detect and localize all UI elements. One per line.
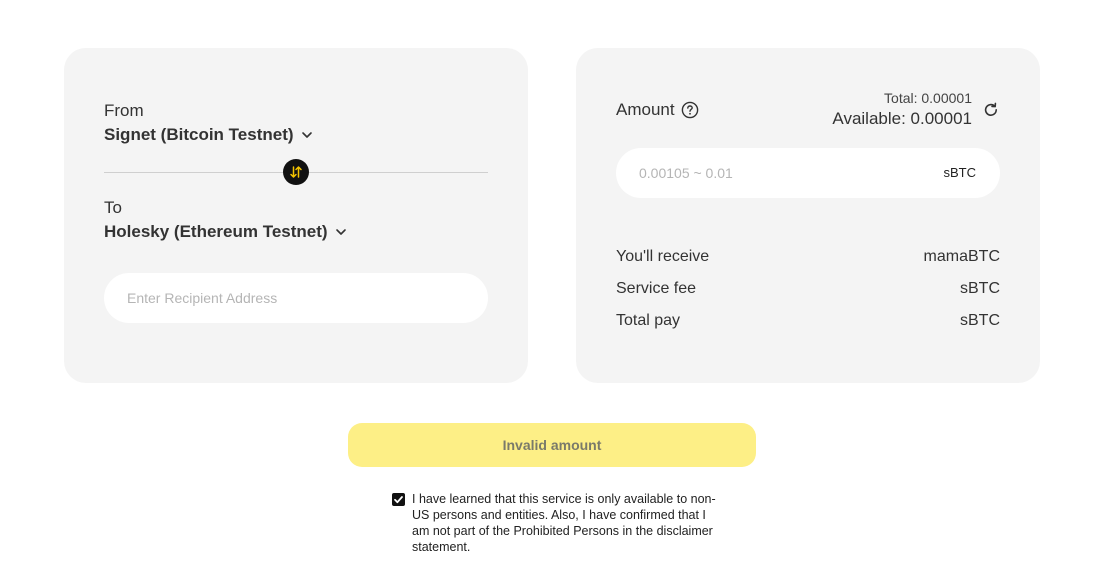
summary-row-total: Total pay sBTC	[616, 312, 1000, 330]
agreement-text: I have learned that this service is only…	[412, 492, 716, 554]
summary-row-receive: You'll receive mamaBTC	[616, 248, 1000, 266]
summary-value: sBTC	[960, 312, 1000, 329]
swap-arrows-icon	[290, 166, 302, 178]
refresh-icon[interactable]	[982, 101, 1000, 119]
summary-value: mamaBTC	[923, 248, 1000, 265]
agreement-checkbox-row: I have learned that this service is only…	[392, 491, 722, 555]
from-label: From	[104, 101, 144, 120]
swap-networks-button[interactable]	[283, 159, 309, 185]
from-network-name: Signet (Bitcoin Testnet)	[104, 125, 294, 144]
to-label: To	[104, 198, 122, 217]
from-network-select[interactable]: Signet (Bitcoin Testnet)	[104, 125, 314, 145]
amount-card: Amount Total: 0.00001 Available: 0.00001…	[576, 48, 1040, 383]
summary-value: sBTC	[960, 280, 1000, 297]
agreement-checkbox[interactable]	[392, 493, 405, 506]
amount-unit: sBTC	[943, 165, 977, 180]
summary-row-fee: Service fee sBTC	[616, 280, 1000, 298]
question-circle-icon[interactable]	[681, 101, 699, 119]
summary-label: You'll receive	[616, 248, 710, 265]
amount-input[interactable]	[616, 148, 916, 198]
to-network-name: Holesky (Ethereum Testnet)	[104, 222, 328, 241]
available-balance: Available: 0.00001	[832, 109, 972, 128]
summary-label: Service fee	[616, 280, 697, 297]
checkmark-icon	[394, 496, 403, 504]
summary-label: Total pay	[616, 312, 681, 329]
chevron-down-icon	[301, 132, 312, 138]
balance-totals: Total: 0.00001 Available: 0.00001	[832, 90, 972, 131]
total-balance: Total: 0.00001	[884, 90, 972, 106]
bridge-route-card: From Signet (Bitcoin Testnet) To Holesky…	[64, 48, 528, 383]
recipient-address-input[interactable]	[104, 273, 488, 323]
amount-label-group: Amount	[616, 100, 699, 120]
chevron-down-icon	[335, 229, 346, 235]
amount-field: sBTC	[616, 148, 1000, 198]
to-network-select[interactable]: Holesky (Ethereum Testnet)	[104, 222, 348, 242]
amount-label: Amount	[616, 100, 675, 119]
submit-button[interactable]: Invalid amount	[348, 423, 756, 467]
